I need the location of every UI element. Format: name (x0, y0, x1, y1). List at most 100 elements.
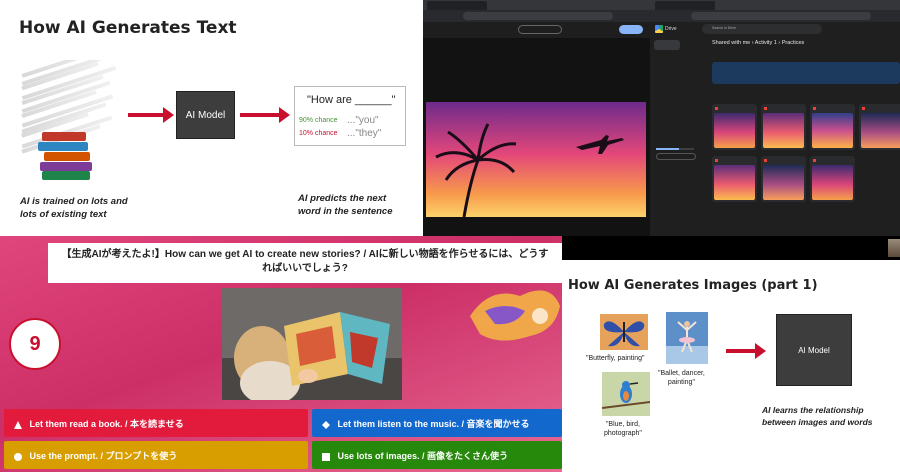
file-thumbnail (714, 165, 755, 200)
browser-tab-strip (423, 0, 900, 10)
decorative-splash (470, 290, 560, 341)
blue-bird-photograph-image (602, 372, 650, 416)
caption-line: AI learns the relationship (762, 405, 864, 415)
child-reading-book-photo (222, 288, 402, 400)
file-card[interactable] (810, 104, 855, 150)
square-icon (322, 452, 330, 461)
caption-line: word in the sentence (298, 206, 393, 217)
image-generation-slide: How AI Generates Images (part 1) "Butter… (562, 236, 900, 472)
chance-label: 10% chance (299, 130, 338, 137)
arrow-icon (726, 343, 766, 359)
info-banner (712, 62, 900, 84)
file-thumbnail (812, 165, 853, 200)
url-field[interactable] (691, 12, 871, 20)
image-caption: "Blue, bird, photograph" (604, 420, 642, 438)
ai-model-box: AI Model (176, 91, 235, 139)
file-type-icon (712, 104, 757, 112)
breadcrumb: Shared with me › Activity 1 › Practices (712, 40, 805, 46)
butterfly-painting-image (600, 314, 648, 350)
get-more-storage-button[interactable] (656, 153, 696, 160)
file-thumbnail (763, 165, 804, 200)
file-type-icon (761, 156, 806, 164)
photo-viewer-drive-screen: Drive Search in Drive Shared with me › A… (423, 0, 900, 236)
file-thumbnail (763, 113, 804, 148)
url-field[interactable] (463, 12, 613, 20)
storage-bar (656, 148, 694, 150)
file-type-icon (810, 156, 855, 164)
file-card[interactable] (810, 156, 855, 202)
caption-line: painting" (667, 379, 695, 386)
browser-tab[interactable] (427, 1, 487, 10)
file-type-icon (810, 104, 855, 112)
answer-button-red[interactable]: Let them read a book. / 本を読ませる (4, 409, 308, 437)
file-thumbnail (861, 113, 900, 148)
drive-app-name: Drive (665, 26, 677, 32)
triangle-icon (14, 420, 22, 429)
text-generation-slide: How AI Generates Text AI Model "How are … (0, 0, 423, 236)
circle-icon (14, 452, 22, 461)
quiz-screen: 【生成AIが考えたよ!】How can we get AI to create … (0, 236, 562, 472)
search-placeholder: Search in Drive (712, 26, 736, 30)
file-card[interactable] (761, 156, 806, 202)
answer-button-blue[interactable]: Let them listen to the music. / 音楽を聞かせる (312, 409, 562, 437)
file-thumbnail (714, 113, 755, 148)
slide-title: How AI Generates Text (19, 18, 237, 38)
file-type-icon (712, 156, 757, 164)
participant-thumbnail (888, 239, 900, 257)
learning-caption: AI learns the relationship between image… (762, 404, 873, 428)
drive-header: Drive Search in Drive (650, 22, 900, 36)
answer-label: Use the prompt. / プロンプトを使う (29, 451, 178, 461)
file-type-icon (859, 104, 900, 112)
browser-address-bar (423, 10, 900, 22)
file-card[interactable] (761, 104, 806, 150)
new-button[interactable] (654, 40, 680, 50)
open-with-button[interactable] (518, 25, 562, 34)
caption-line: "Blue, bird, (605, 421, 640, 428)
caption-line: lots of existing text (20, 209, 107, 220)
caption-prediction: AI predicts the next word in the sentenc… (298, 192, 393, 218)
slide-title: How AI Generates Images (part 1) (568, 278, 818, 293)
file-card[interactable] (712, 156, 757, 202)
drive-logo-icon (655, 25, 663, 33)
caption-line: AI is trained on lots and (20, 196, 128, 207)
sunset-palm-airplane-photo (426, 102, 646, 217)
prediction-box: "How are ______" 90% chance ..."you" 10%… (294, 86, 406, 146)
diamond-icon (322, 420, 330, 429)
arrow-icon (240, 107, 290, 123)
question-number-badge: 9 (9, 318, 61, 370)
caption-line: photograph" (604, 430, 642, 437)
answer-label: Let them listen to the music. / 音楽を聞かせる (337, 419, 530, 429)
image-viewer (423, 22, 650, 236)
drive-sidebar (650, 36, 706, 236)
video-top-band (562, 236, 900, 260)
arrow-icon (128, 107, 174, 123)
file-card[interactable] (859, 104, 900, 150)
answer-label: Use lots of images. / 画像をたくさん使う (337, 451, 509, 461)
browser-tab[interactable] (655, 1, 715, 10)
drive-search-input[interactable]: Search in Drive (702, 24, 822, 34)
google-drive-window: Drive Search in Drive Shared with me › A… (650, 22, 900, 236)
prompt-text: "How are ______" (307, 94, 396, 106)
chance-label: 90% chance (299, 117, 338, 124)
file-card[interactable] (712, 104, 757, 150)
file-thumbnail (812, 113, 853, 148)
share-button[interactable] (619, 25, 643, 34)
books-icon (38, 130, 94, 180)
image-caption: "Ballet, dancer, painting" (658, 369, 705, 387)
caption-training: AI is trained on lots and lots of existi… (20, 195, 128, 221)
predicted-word: ..."they" (347, 128, 382, 139)
caption-line: "Ballet, dancer, (658, 370, 705, 377)
file-type-icon (761, 104, 806, 112)
caption-line: AI predicts the next (298, 193, 387, 204)
ai-model-box: AI Model (776, 314, 852, 386)
drive-file-area: Shared with me › Activity 1 › Practices (706, 36, 900, 236)
answer-label: Let them read a book. / 本を読ませる (29, 419, 184, 429)
predicted-word: ..."you" (347, 115, 379, 126)
screenshot-collage: How AI Generates Text AI Model "How are … (0, 0, 900, 472)
caption-line: between images and words (762, 417, 873, 427)
image-caption: "Butterfly, painting" (586, 355, 645, 362)
answer-button-yellow[interactable]: Use the prompt. / プロンプトを使う (4, 441, 308, 469)
answer-button-green[interactable]: Use lots of images. / 画像をたくさん使う (312, 441, 562, 469)
ballet-dancer-painting-image (666, 312, 708, 364)
viewer-toolbar (423, 22, 650, 38)
